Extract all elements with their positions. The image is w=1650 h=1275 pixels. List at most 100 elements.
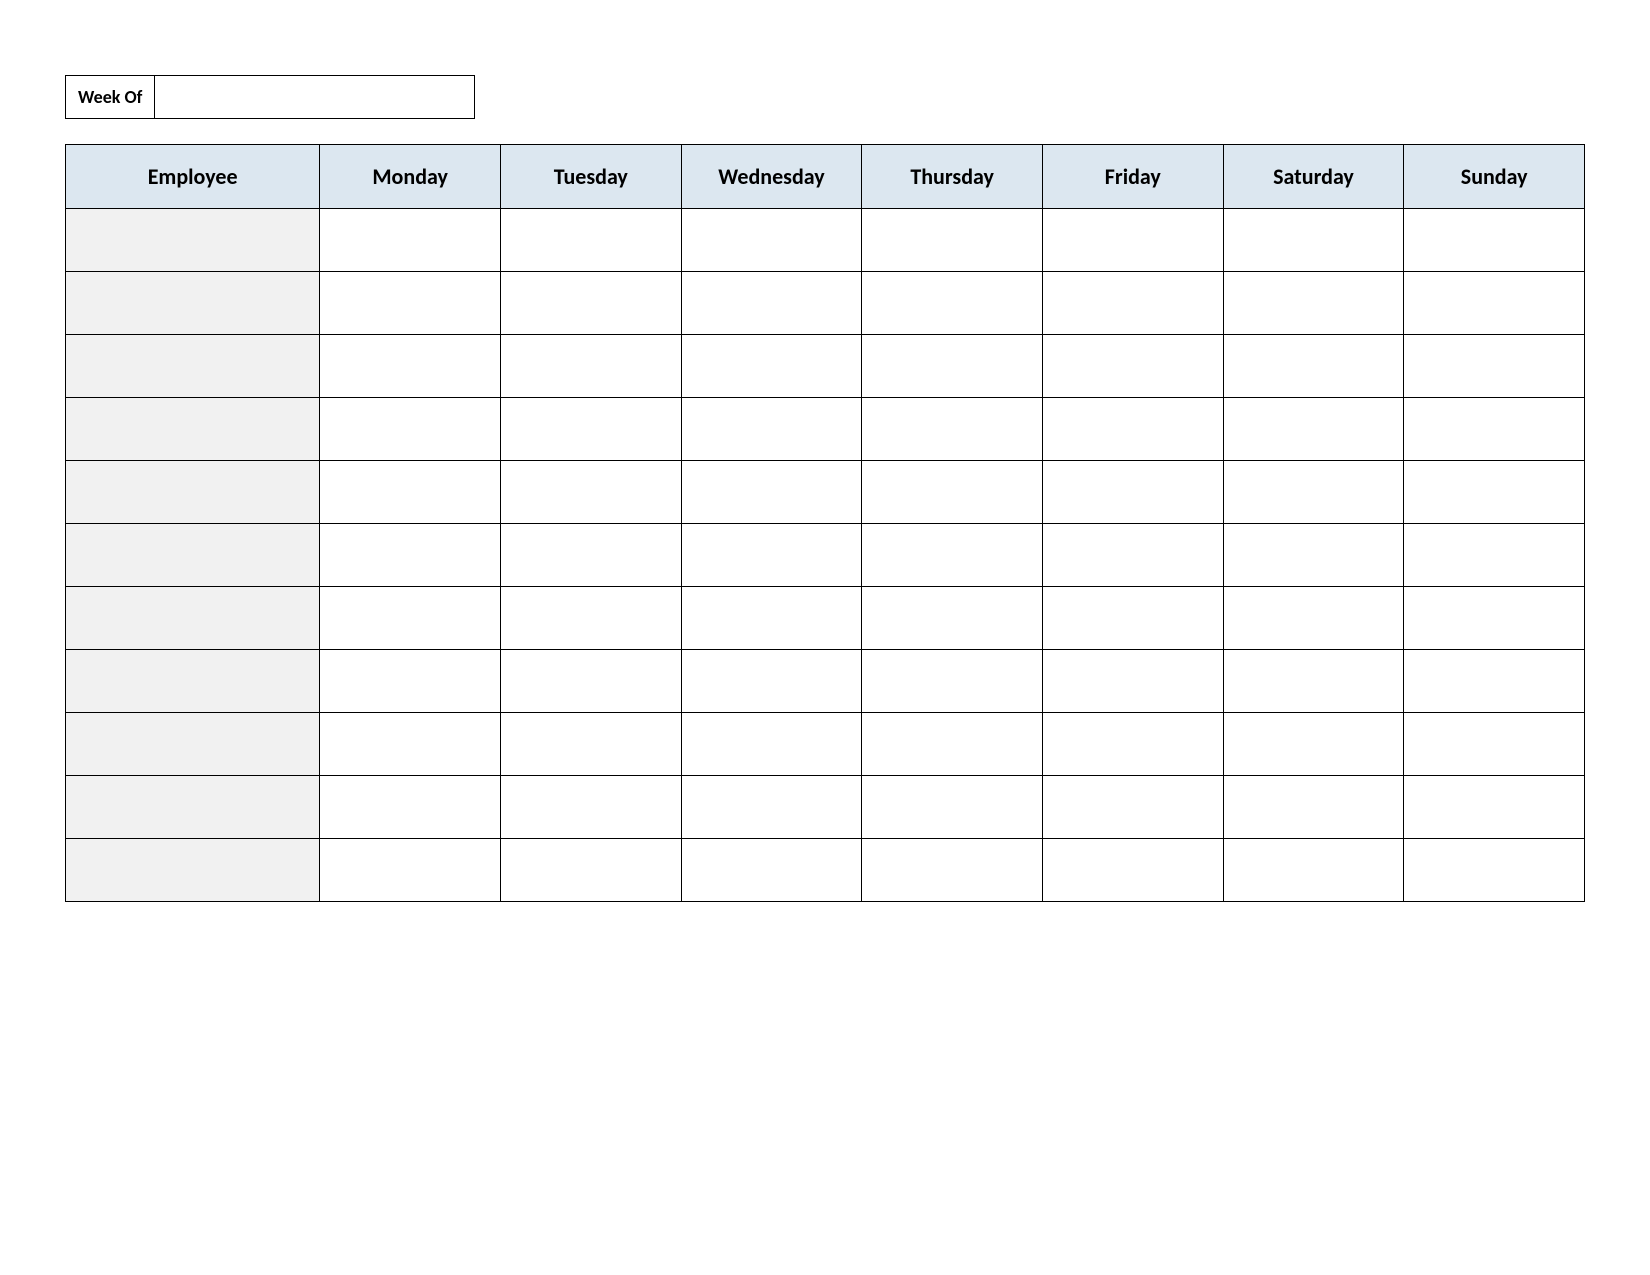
day-cell[interactable] — [320, 524, 501, 587]
day-header-wednesday: Wednesday — [681, 145, 862, 209]
day-cell[interactable] — [500, 335, 681, 398]
day-cell[interactable] — [1042, 335, 1223, 398]
day-header-saturday: Saturday — [1223, 145, 1404, 209]
day-cell[interactable] — [320, 713, 501, 776]
day-cell[interactable] — [500, 209, 681, 272]
day-cell[interactable] — [862, 776, 1043, 839]
day-cell[interactable] — [862, 650, 1043, 713]
week-of-label: Week Of — [65, 75, 155, 119]
day-cell[interactable] — [1042, 272, 1223, 335]
day-cell[interactable] — [862, 398, 1043, 461]
day-cell[interactable] — [320, 398, 501, 461]
employee-cell[interactable] — [66, 713, 320, 776]
day-cell[interactable] — [320, 209, 501, 272]
day-cell[interactable] — [1042, 524, 1223, 587]
day-cell[interactable] — [320, 587, 501, 650]
day-cell[interactable] — [1223, 461, 1404, 524]
table-row — [66, 587, 1585, 650]
day-cell[interactable] — [862, 209, 1043, 272]
day-cell[interactable] — [681, 776, 862, 839]
employee-cell[interactable] — [66, 650, 320, 713]
day-cell[interactable] — [500, 461, 681, 524]
day-cell[interactable] — [1042, 209, 1223, 272]
day-cell[interactable] — [500, 713, 681, 776]
day-cell[interactable] — [1223, 209, 1404, 272]
day-header-monday: Monday — [320, 145, 501, 209]
employee-cell[interactable] — [66, 587, 320, 650]
day-cell[interactable] — [681, 335, 862, 398]
day-cell[interactable] — [862, 461, 1043, 524]
day-cell[interactable] — [1404, 524, 1585, 587]
day-cell[interactable] — [681, 398, 862, 461]
day-cell[interactable] — [862, 713, 1043, 776]
employee-cell[interactable] — [66, 272, 320, 335]
day-cell[interactable] — [1042, 461, 1223, 524]
day-cell[interactable] — [1223, 398, 1404, 461]
day-cell[interactable] — [681, 461, 862, 524]
day-cell[interactable] — [681, 713, 862, 776]
day-cell[interactable] — [1404, 272, 1585, 335]
day-cell[interactable] — [1404, 587, 1585, 650]
day-cell[interactable] — [681, 272, 862, 335]
day-cell[interactable] — [1223, 335, 1404, 398]
day-cell[interactable] — [1223, 587, 1404, 650]
table-row — [66, 461, 1585, 524]
employee-cell[interactable] — [66, 461, 320, 524]
day-cell[interactable] — [1404, 776, 1585, 839]
day-cell[interactable] — [1042, 650, 1223, 713]
day-cell[interactable] — [681, 524, 862, 587]
day-cell[interactable] — [500, 587, 681, 650]
day-cell[interactable] — [1042, 776, 1223, 839]
day-cell[interactable] — [1404, 839, 1585, 902]
day-cell[interactable] — [320, 839, 501, 902]
table-row — [66, 398, 1585, 461]
day-cell[interactable] — [862, 839, 1043, 902]
day-cell[interactable] — [320, 650, 501, 713]
day-cell[interactable] — [320, 776, 501, 839]
day-cell[interactable] — [1223, 272, 1404, 335]
day-cell[interactable] — [1404, 461, 1585, 524]
day-cell[interactable] — [681, 650, 862, 713]
day-cell[interactable] — [500, 398, 681, 461]
employee-cell[interactable] — [66, 398, 320, 461]
day-cell[interactable] — [1042, 398, 1223, 461]
schedule-table: Employee Monday Tuesday Wednesday Thursd… — [65, 144, 1585, 902]
employee-cell[interactable] — [66, 524, 320, 587]
day-cell[interactable] — [681, 839, 862, 902]
day-cell[interactable] — [1404, 650, 1585, 713]
employee-cell[interactable] — [66, 209, 320, 272]
day-cell[interactable] — [681, 587, 862, 650]
table-row — [66, 713, 1585, 776]
day-cell[interactable] — [1042, 587, 1223, 650]
day-cell[interactable] — [862, 587, 1043, 650]
day-cell[interactable] — [862, 335, 1043, 398]
day-cell[interactable] — [1404, 335, 1585, 398]
day-cell[interactable] — [862, 272, 1043, 335]
employee-cell[interactable] — [66, 335, 320, 398]
day-cell[interactable] — [862, 524, 1043, 587]
day-cell[interactable] — [500, 776, 681, 839]
day-cell[interactable] — [320, 335, 501, 398]
day-cell[interactable] — [320, 272, 501, 335]
day-cell[interactable] — [1223, 776, 1404, 839]
table-row — [66, 209, 1585, 272]
day-cell[interactable] — [500, 650, 681, 713]
day-cell[interactable] — [681, 209, 862, 272]
week-of-input[interactable] — [155, 75, 475, 119]
day-cell[interactable] — [500, 272, 681, 335]
day-cell[interactable] — [1042, 713, 1223, 776]
day-cell[interactable] — [1404, 713, 1585, 776]
day-cell[interactable] — [1223, 650, 1404, 713]
day-cell[interactable] — [1223, 713, 1404, 776]
day-cell[interactable] — [1042, 839, 1223, 902]
employee-cell[interactable] — [66, 839, 320, 902]
table-row — [66, 650, 1585, 713]
day-cell[interactable] — [1404, 398, 1585, 461]
day-cell[interactable] — [1223, 524, 1404, 587]
day-cell[interactable] — [500, 839, 681, 902]
day-cell[interactable] — [1404, 209, 1585, 272]
day-cell[interactable] — [320, 461, 501, 524]
employee-cell[interactable] — [66, 776, 320, 839]
day-cell[interactable] — [1223, 839, 1404, 902]
day-cell[interactable] — [500, 524, 681, 587]
